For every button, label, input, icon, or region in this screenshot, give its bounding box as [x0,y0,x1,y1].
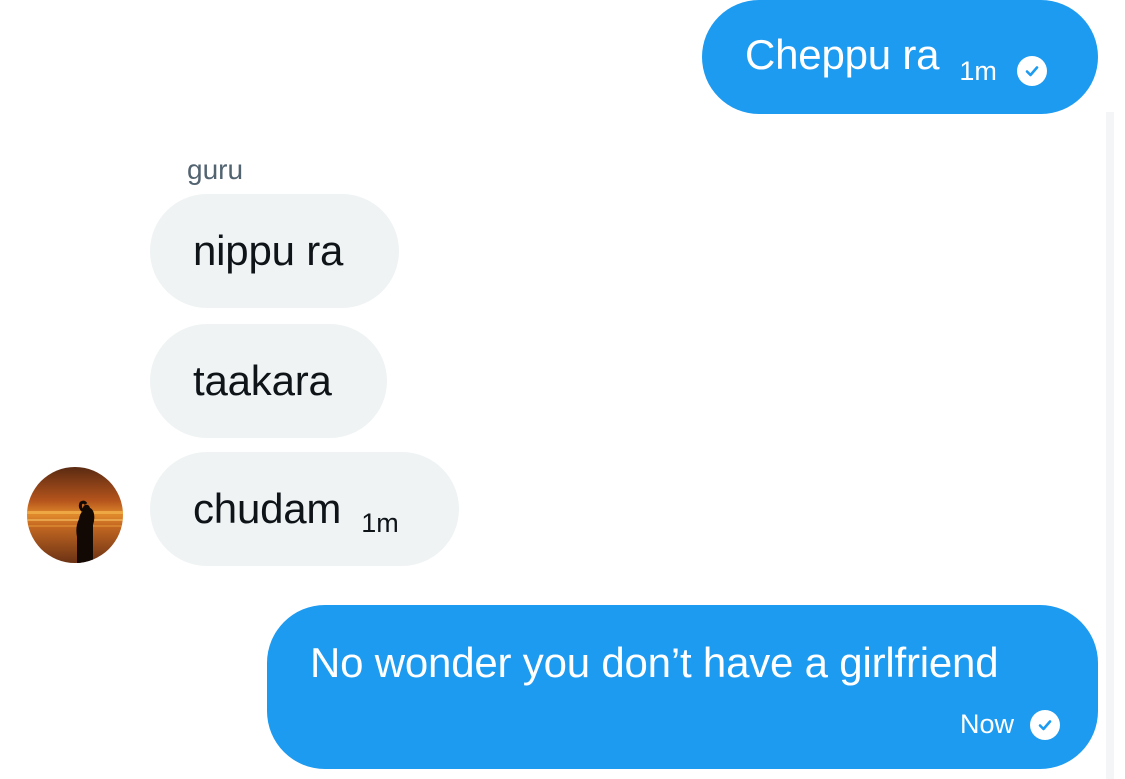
message-text: taakara [193,357,332,404]
incoming-message-bubble[interactable]: chudam 1m [150,452,459,566]
message-timestamp: 1m [361,507,399,538]
sunset-beach-silhouette-avatar [27,467,123,563]
message-meta: Now [960,709,1060,740]
message-timestamp: Now [959,709,1014,739]
message-text: Cheppu ra [745,31,940,78]
message-meta: 1m [959,56,1047,87]
message-text: nippu ra [193,227,344,274]
check-circle-icon [1016,56,1047,86]
message-text: chudam [193,485,342,532]
scrollbar-track[interactable] [1106,112,1114,779]
incoming-message-bubble[interactable]: nippu ra [150,194,399,308]
message-timestamp: 1m [959,55,997,86]
sender-name: guru [187,154,244,185]
avatar[interactable] [27,467,123,563]
outgoing-message-bubble[interactable]: No wonder you don’t have a girlfriend No… [267,605,1098,769]
check-circle-icon [1030,709,1060,740]
incoming-message-bubble[interactable]: taakara [150,324,387,438]
outgoing-message-bubble[interactable]: Cheppu ra 1m [702,0,1098,114]
message-text: No wonder you don’t have a girlfriend [310,639,999,686]
